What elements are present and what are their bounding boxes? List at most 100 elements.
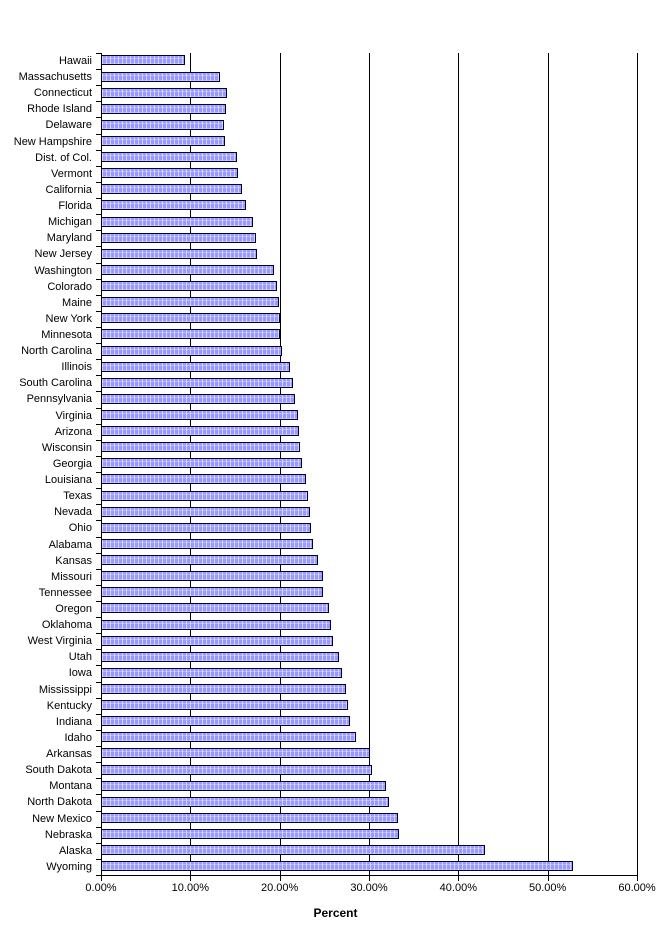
category-label: Pennsylvania — [26, 393, 92, 406]
category-label: Kansas — [55, 554, 92, 567]
bar-row — [101, 166, 637, 182]
category-tick — [96, 407, 101, 409]
category-tick — [96, 552, 101, 554]
category-label: Michigan — [47, 216, 92, 229]
bar — [101, 55, 185, 66]
category-label: Missouri — [51, 570, 92, 583]
bar — [101, 345, 283, 356]
category-label: Arkansas — [46, 748, 92, 761]
x-tick-label: 0.00% — [85, 882, 117, 894]
bar — [101, 571, 323, 582]
category-label: Kentucky — [46, 699, 92, 712]
bar — [101, 506, 311, 517]
bar — [101, 168, 238, 179]
bar-row — [101, 424, 637, 440]
x-tick-mark — [190, 876, 192, 881]
category-label: Alabama — [48, 538, 92, 551]
category-label: Arizona — [54, 425, 92, 438]
bar — [101, 796, 389, 807]
bar — [101, 361, 291, 372]
x-tick-label: 20.00% — [261, 882, 299, 894]
category-label: New Jersey — [34, 248, 92, 261]
bar — [101, 119, 225, 130]
bar-row — [101, 214, 637, 230]
bar-row — [101, 488, 637, 504]
category-tick — [96, 343, 101, 345]
category-label: South Carolina — [19, 377, 92, 390]
category-tick — [96, 697, 101, 699]
bar — [101, 184, 243, 195]
category-tick — [96, 520, 101, 522]
category-label: California — [45, 183, 92, 196]
bar — [101, 651, 339, 662]
bar-row — [101, 246, 637, 262]
category-tick — [96, 681, 101, 683]
bar — [101, 780, 386, 791]
bar — [101, 409, 298, 420]
bar — [101, 458, 302, 469]
x-axis-title: Percent — [313, 906, 358, 920]
bar — [101, 764, 372, 775]
category-tick — [96, 117, 101, 119]
bar — [101, 474, 306, 485]
bar-row — [101, 633, 637, 649]
category-tick — [96, 488, 101, 490]
bar — [101, 635, 334, 646]
category-tick — [96, 472, 101, 474]
bar — [101, 248, 258, 259]
category-tick — [96, 746, 101, 748]
bar — [101, 683, 346, 694]
bar — [101, 716, 351, 727]
category-label: Massachusetts — [18, 71, 92, 84]
bar-row — [101, 279, 637, 295]
bar — [101, 667, 343, 678]
category-tick — [96, 198, 101, 200]
bar-row — [101, 117, 637, 133]
category-label: Louisiana — [44, 474, 92, 487]
bar-row — [101, 520, 637, 536]
category-label: Nevada — [54, 506, 92, 519]
category-label: Utah — [68, 651, 92, 664]
bar-row — [101, 472, 637, 488]
x-tick-mark — [547, 876, 549, 881]
category-tick — [96, 359, 101, 361]
bar-row — [101, 553, 637, 569]
bar — [101, 555, 319, 566]
x-tick-label: 10.00% — [171, 882, 209, 894]
bar — [101, 603, 329, 614]
bar-row — [101, 182, 637, 198]
category-tick — [96, 439, 101, 441]
category-tick — [96, 375, 101, 377]
bar — [101, 522, 311, 533]
bar — [101, 103, 227, 114]
bar-row — [101, 682, 637, 698]
category-label: Washington — [34, 264, 92, 277]
category-label: Florida — [58, 200, 92, 213]
category-label: Iowa — [68, 667, 92, 680]
bar-row — [101, 617, 637, 633]
bar-row — [101, 778, 637, 794]
category-label: Wisconsin — [41, 441, 92, 454]
category-label: Oregon — [55, 603, 92, 615]
category-label: Mississippi — [38, 683, 92, 696]
category-tick — [96, 149, 101, 151]
category-tick — [96, 278, 101, 280]
bar — [101, 700, 348, 711]
bar-row — [101, 85, 637, 101]
category-label: Minnesota — [41, 329, 92, 341]
bar-row — [101, 794, 637, 810]
category-tick — [96, 327, 101, 328]
category-tick — [96, 665, 101, 667]
category-label: Maryland — [46, 232, 92, 245]
category-tick — [96, 181, 101, 183]
category-label: Alaska — [58, 844, 92, 857]
category-label: Illinois — [61, 361, 92, 374]
bar — [101, 393, 295, 404]
category-tick — [96, 729, 101, 731]
bar — [101, 442, 301, 453]
bar-row — [101, 101, 637, 117]
category-tick — [96, 101, 101, 103]
category-label: Georgia — [52, 457, 92, 470]
bar — [101, 861, 573, 872]
category-label: Vermont — [51, 167, 92, 180]
